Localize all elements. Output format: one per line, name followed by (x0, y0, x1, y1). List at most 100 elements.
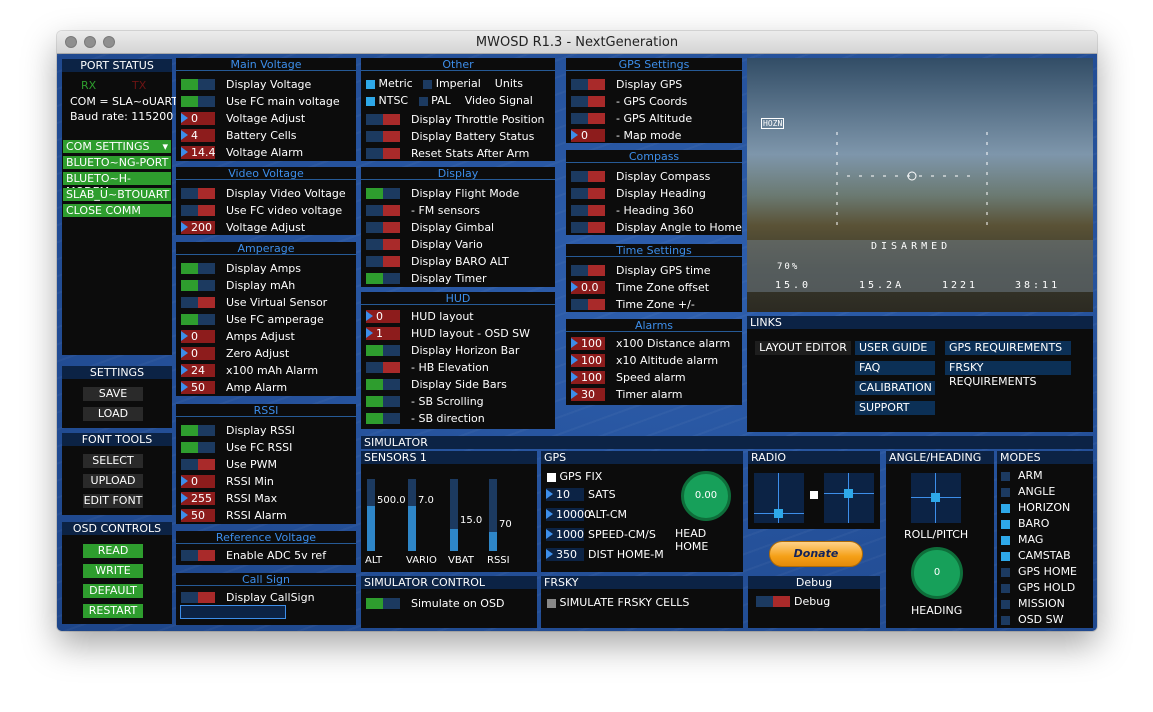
toggle-switch[interactable] (181, 205, 215, 216)
setting-row[interactable]: Display Gimbal (361, 219, 494, 236)
setting-row[interactable]: 100 Speed alarm (566, 369, 686, 386)
setting-row[interactable]: Display Angle to Home (566, 219, 742, 236)
setting-row[interactable]: Display Side Bars (361, 376, 507, 393)
setting-row[interactable]: Display Horizon Bar (361, 342, 519, 359)
number-field[interactable]: 100 (571, 371, 605, 384)
setting-row[interactable]: - FM sensors (361, 202, 480, 219)
mode-item[interactable]: ANGLE (1001, 485, 1055, 498)
gps-sim-row[interactable]: 10000 ALT-CM (541, 506, 627, 523)
toggle-switch[interactable] (181, 188, 215, 199)
upload-font-button[interactable]: UPLOAD (83, 474, 143, 488)
callsign-input[interactable] (180, 605, 286, 619)
metric-radio[interactable] (366, 79, 375, 89)
mode-checkbox[interactable] (1001, 471, 1010, 481)
toggle-switch[interactable] (181, 314, 215, 325)
setting-row[interactable]: Use PWM (176, 456, 277, 473)
sensor-slider[interactable] (489, 479, 497, 551)
setting-row[interactable]: 4 Battery Cells (176, 127, 297, 144)
toggle-switch[interactable] (366, 256, 400, 267)
simulate-on-osd-toggle[interactable] (366, 598, 400, 609)
setting-row[interactable]: Use FC RSSI (176, 439, 292, 456)
read-button[interactable]: READ (83, 544, 143, 558)
mode-item[interactable]: GPS HOLD (1001, 581, 1075, 594)
toggle-switch[interactable] (366, 148, 400, 159)
number-field[interactable]: 0 (181, 475, 215, 488)
toggle-switch[interactable] (181, 79, 215, 90)
left-stick-handle[interactable] (774, 509, 783, 518)
number-field[interactable]: 100 (571, 337, 605, 350)
setting-row[interactable]: Display Heading (566, 185, 706, 202)
number-field[interactable]: 0 (181, 112, 215, 125)
mode-item[interactable]: ARM (1001, 469, 1043, 482)
right-stick-pad[interactable] (824, 473, 874, 523)
number-field[interactable]: 0 (571, 129, 605, 142)
gps-sim-row[interactable]: 1000 SPEED-CM/S (541, 526, 656, 543)
number-field[interactable]: 50 (181, 509, 215, 522)
setting-row[interactable]: Use FC video voltage (176, 202, 342, 219)
select-font-button[interactable]: SELECT (83, 454, 143, 468)
frsky-cells-checkbox[interactable] (547, 598, 556, 608)
setting-row[interactable]: 100 x100 Distance alarm (566, 335, 730, 352)
setting-row[interactable]: Display Compass (566, 168, 710, 185)
setting-row[interactable]: Display Video Voltage (176, 185, 346, 202)
toggle-switch[interactable] (366, 396, 400, 407)
sensor-slider[interactable] (367, 479, 375, 551)
edit-font-button[interactable]: EDIT FONT (83, 494, 143, 508)
toggle-switch[interactable] (366, 188, 400, 199)
mode-item[interactable]: HORIZON (1001, 501, 1070, 514)
setting-row[interactable]: 0 Amps Adjust (176, 328, 295, 345)
toggle-switch[interactable] (366, 379, 400, 390)
close-comm-button[interactable]: CLOSE COMM (63, 204, 171, 217)
toggle-switch[interactable] (571, 205, 605, 216)
heading-dial[interactable]: 0 (911, 547, 963, 599)
mode-item[interactable]: OSD SW (1001, 613, 1063, 626)
debug-row[interactable]: Debug (751, 593, 830, 610)
setting-row[interactable]: 0.0 Time Zone offset (566, 279, 709, 296)
default-button[interactable]: DEFAULT (83, 584, 143, 598)
number-field[interactable]: 30 (571, 388, 605, 401)
toggle-switch[interactable] (181, 442, 215, 453)
toggle-switch[interactable] (571, 79, 605, 90)
toggle-switch[interactable] (366, 362, 400, 373)
setting-row[interactable]: - SB direction (361, 410, 485, 427)
frsky-requirements-link[interactable]: FRSKY REQUIREMENTS (945, 361, 1071, 388)
setting-row[interactable]: 50 Amp Alarm (176, 379, 287, 396)
setting-row[interactable]: Reset Stats After Arm (361, 145, 529, 162)
toggle-switch[interactable] (181, 297, 215, 308)
setting-row[interactable]: 0 Voltage Adjust (176, 110, 305, 127)
setting-row[interactable]: Display Throttle Position (361, 111, 545, 128)
setting-row[interactable]: 14.4 Voltage Alarm (176, 144, 303, 161)
setting-row[interactable]: 24 x100 mAh Alarm (176, 362, 318, 379)
mode-item[interactable]: MISSION (1001, 597, 1065, 610)
support-link[interactable]: SUPPORT (855, 401, 935, 415)
ntsc-radio[interactable] (366, 96, 375, 106)
number-field[interactable]: 4 (181, 129, 215, 142)
sensor-slider[interactable] (450, 479, 458, 551)
mode-checkbox[interactable] (1001, 487, 1010, 497)
toggle-switch[interactable] (181, 550, 215, 561)
toggle-switch[interactable] (366, 239, 400, 250)
toggle-switch[interactable] (366, 273, 400, 284)
number-field[interactable]: 200 (181, 221, 215, 234)
mode-checkbox[interactable] (1001, 503, 1010, 513)
number-field[interactable]: 100 (571, 354, 605, 367)
setting-row[interactable]: Display GPS (566, 76, 682, 93)
setting-row[interactable]: Display Voltage (176, 76, 311, 93)
head-home-dial[interactable]: 0.00 (681, 471, 731, 521)
mode-checkbox[interactable] (1001, 583, 1010, 593)
toggle-switch[interactable] (571, 188, 605, 199)
setting-row[interactable]: 200 Voltage Adjust (176, 219, 305, 236)
setting-row[interactable]: - Heading 360 (566, 202, 694, 219)
load-button[interactable]: LOAD (83, 407, 143, 421)
mode-item[interactable]: BARO (1001, 517, 1049, 530)
setting-row[interactable]: 0 RSSI Min (176, 473, 274, 490)
number-field[interactable]: 24 (181, 364, 215, 377)
setting-row[interactable]: Display BARO ALT (361, 253, 509, 270)
faq-link[interactable]: FAQ (855, 361, 935, 375)
mode-item[interactable]: CAMSTAB (1001, 549, 1071, 562)
toggle-switch[interactable] (181, 592, 215, 603)
gps-requirements-link[interactable]: GPS REQUIREMENTS (945, 341, 1071, 355)
pal-radio[interactable] (418, 96, 428, 106)
setting-row[interactable]: Enable ADC 5v ref (176, 547, 326, 564)
setting-row[interactable]: 1 HUD layout - OSD SW (361, 325, 530, 342)
